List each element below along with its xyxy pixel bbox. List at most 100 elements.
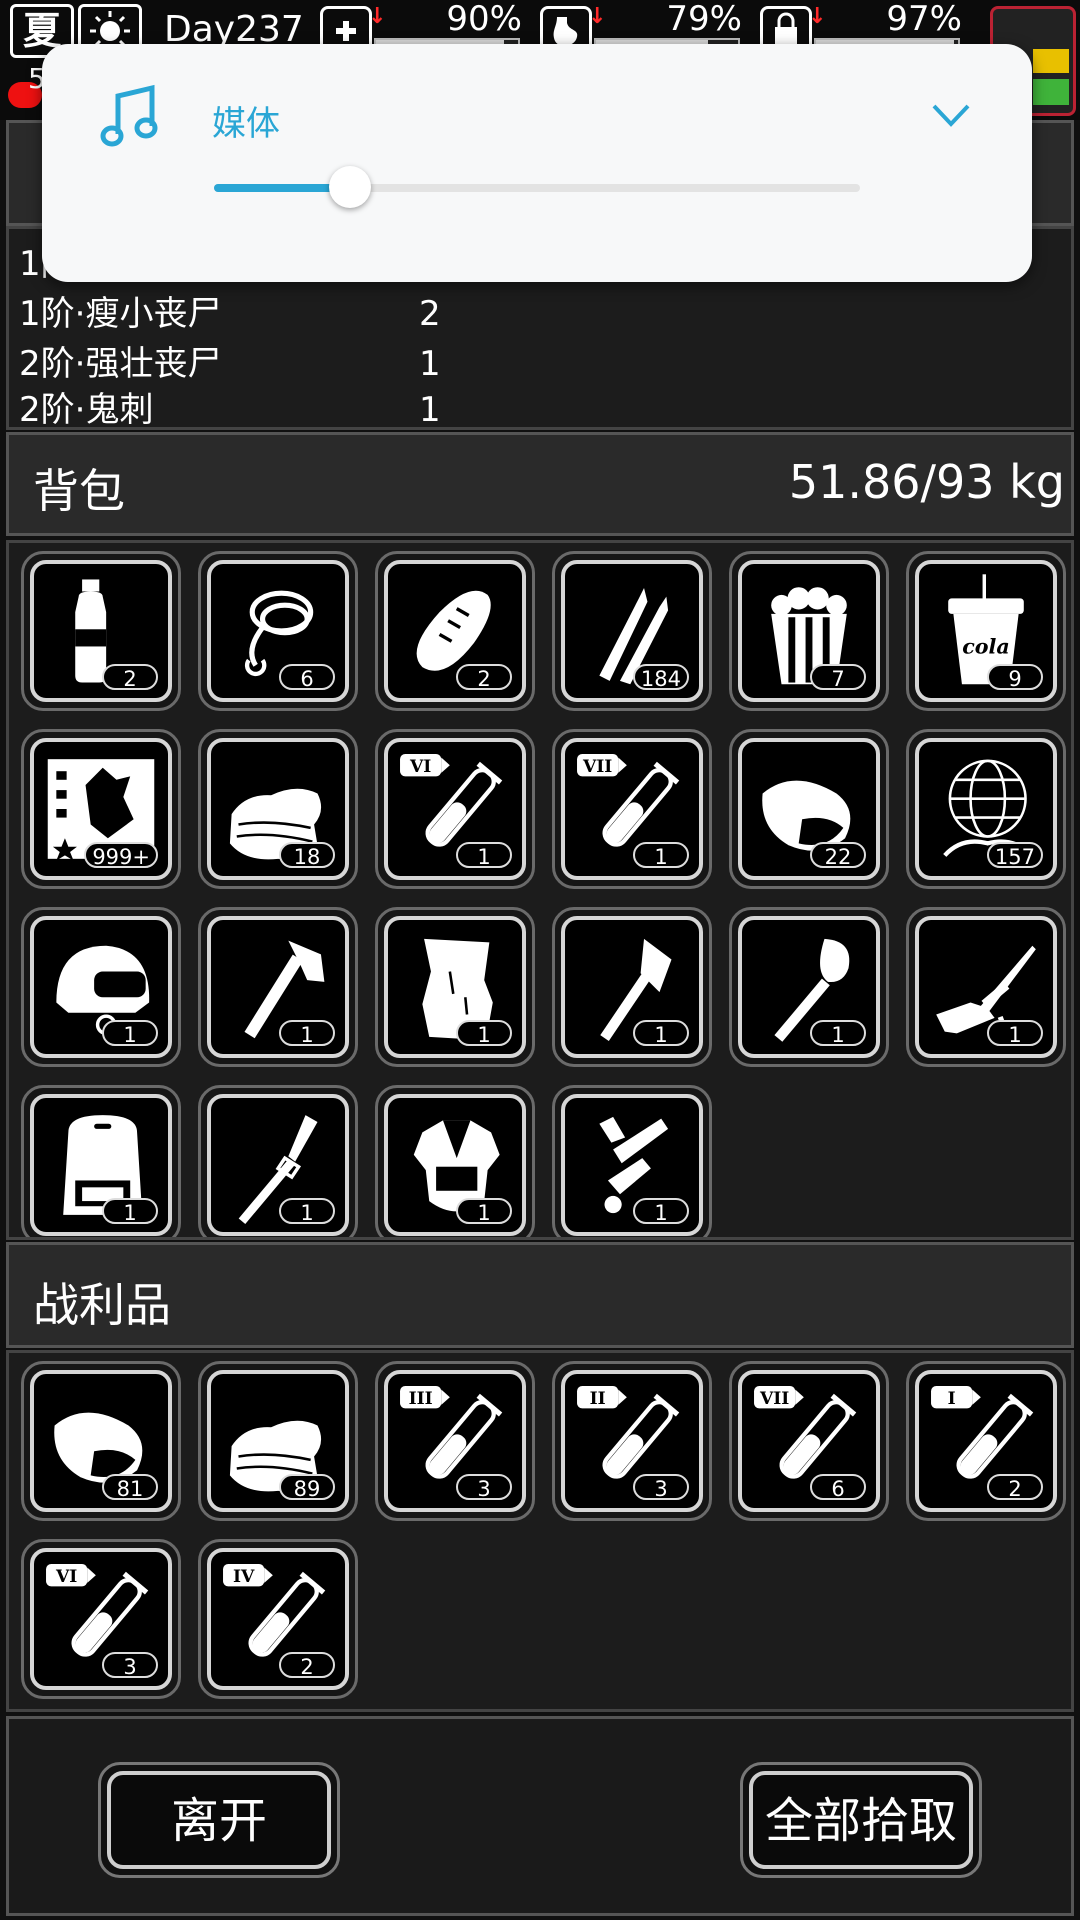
item-slot[interactable]: VII 1 xyxy=(552,729,712,889)
item-frame: 6 xyxy=(207,560,349,702)
item-slot[interactable]: III 3 xyxy=(375,1361,535,1521)
leave-button[interactable]: 离开 xyxy=(98,1762,340,1878)
item-slot[interactable]: 81 xyxy=(21,1361,181,1521)
item-slot[interactable]: VI 3 xyxy=(21,1539,181,1699)
item-slot[interactable]: 22 xyxy=(729,729,889,889)
item-slot[interactable]: 1 xyxy=(552,1085,712,1237)
item-frame: I 2 xyxy=(915,1370,1057,1512)
item-slot[interactable]: 1 xyxy=(729,907,889,1067)
item-frame: 1 xyxy=(561,916,703,1058)
item-slot[interactable]: 7 xyxy=(729,551,889,711)
item-slot[interactable]: 1 xyxy=(21,1085,181,1237)
media-volume-slider[interactable] xyxy=(214,166,860,208)
item-slot[interactable]: 1 xyxy=(375,907,535,1067)
item-count: 2 xyxy=(456,664,512,691)
backpack-grid[interactable]: 2 6 2 184 7 cola 9 999+ 18 VI 1 VII 1 22 … xyxy=(6,540,1074,1240)
loot-grid[interactable]: 81 89 III 3 II 3 VII 6 I 2 VI 3 IV 2 xyxy=(6,1350,1074,1712)
svg-text:IV: IV xyxy=(233,1567,255,1587)
item-slot[interactable]: VI 1 xyxy=(375,729,535,889)
svg-text:VI: VI xyxy=(409,757,431,777)
music-note-icon xyxy=(100,84,162,154)
backpack-weight: 51.86/93 kg xyxy=(788,455,1065,509)
item-frame: 184 xyxy=(561,560,703,702)
item-count: 7 xyxy=(810,664,866,691)
item-slot[interactable]: 1 xyxy=(198,1085,358,1237)
kill-row: 2阶·鬼刺 1 xyxy=(19,390,441,430)
media-label: 媒体 xyxy=(212,104,280,144)
pickup-all-button-label: 全部拾取 xyxy=(749,1771,973,1869)
item-slot[interactable]: 6 xyxy=(198,551,358,711)
decrease-arrow-icon: ↓ xyxy=(368,4,387,29)
item-slot[interactable]: cola 9 xyxy=(906,551,1066,711)
item-slot[interactable]: 1 xyxy=(198,907,358,1067)
item-slot[interactable]: II 3 xyxy=(552,1361,712,1521)
health-percent: 90% xyxy=(446,0,522,39)
item-count: 1 xyxy=(102,1198,158,1225)
item-frame: 1 xyxy=(384,916,526,1058)
svg-text:VI: VI xyxy=(55,1567,77,1587)
item-frame: IV 2 xyxy=(207,1548,349,1690)
item-count: 2 xyxy=(987,1474,1043,1501)
item-slot[interactable]: 1 xyxy=(21,907,181,1067)
item-frame: 7 xyxy=(738,560,880,702)
item-frame: 18 xyxy=(207,738,349,880)
item-count: 1 xyxy=(102,1020,158,1047)
item-frame: III 3 xyxy=(384,1370,526,1512)
decrease-arrow-icon: ↓ xyxy=(588,4,607,29)
item-frame: VII 6 xyxy=(738,1370,880,1512)
item-count: 1 xyxy=(456,842,512,869)
kill-row: 2阶·强壮丧尸 1 xyxy=(19,344,441,384)
item-frame: 1 xyxy=(207,1094,349,1236)
backpack-header: 背包 51.86/93 kg xyxy=(6,432,1074,536)
item-slot[interactable]: I 2 xyxy=(906,1361,1066,1521)
pickup-all-button[interactable]: 全部拾取 xyxy=(740,1762,982,1878)
item-slot[interactable]: 89 xyxy=(198,1361,358,1521)
media-volume-popup: 媒体 xyxy=(42,44,1032,282)
svg-text:I: I xyxy=(948,1389,956,1409)
item-slot[interactable]: IV 2 xyxy=(198,1539,358,1699)
item-frame: 1 xyxy=(384,1094,526,1236)
item-count: 1 xyxy=(987,1020,1043,1047)
leave-button-label: 离开 xyxy=(107,1771,331,1869)
volume-thumb[interactable] xyxy=(328,166,371,208)
item-count: 1 xyxy=(456,1198,512,1225)
item-slot[interactable]: 2 xyxy=(21,551,181,711)
item-frame: 1 xyxy=(561,1094,703,1236)
item-frame: 1 xyxy=(738,916,880,1058)
item-count: 1 xyxy=(633,1020,689,1047)
item-frame: VI 3 xyxy=(30,1548,172,1690)
item-count: 18 xyxy=(279,842,335,869)
item-frame: 89 xyxy=(207,1370,349,1512)
item-count: 1 xyxy=(279,1198,335,1225)
item-slot[interactable]: 2 xyxy=(375,551,535,711)
item-frame: cola 9 xyxy=(915,560,1057,702)
item-count: 6 xyxy=(810,1474,866,1501)
item-slot[interactable]: 1 xyxy=(906,907,1066,1067)
item-frame: VI 1 xyxy=(384,738,526,880)
hunger-percent: 79% xyxy=(666,0,742,39)
item-slot[interactable]: 184 xyxy=(552,551,712,711)
item-frame: II 3 xyxy=(561,1370,703,1512)
svg-text:VII: VII xyxy=(582,757,612,777)
item-count: 9 xyxy=(987,664,1043,691)
item-frame: 1 xyxy=(207,916,349,1058)
item-slot[interactable]: 1 xyxy=(552,907,712,1067)
chevron-down-icon[interactable] xyxy=(930,100,972,130)
item-frame: VII 1 xyxy=(561,738,703,880)
item-frame: 2 xyxy=(384,560,526,702)
item-slot[interactable]: 157 xyxy=(906,729,1066,889)
decrease-arrow-icon: ↓ xyxy=(808,4,827,29)
loot-title: 战利品 xyxy=(33,1278,171,1332)
item-count: 999+ xyxy=(84,842,158,869)
svg-text:II: II xyxy=(590,1389,606,1409)
item-slot[interactable]: 1 xyxy=(375,1085,535,1237)
item-count: 22 xyxy=(810,842,866,869)
item-slot[interactable]: 18 xyxy=(198,729,358,889)
item-count: 1 xyxy=(633,842,689,869)
item-count: 157 xyxy=(986,842,1043,869)
item-slot[interactable]: 999+ xyxy=(21,729,181,889)
backpack-title: 背包 xyxy=(33,464,125,518)
item-frame: 1 xyxy=(30,1094,172,1236)
item-count: 1 xyxy=(279,1020,335,1047)
item-slot[interactable]: VII 6 xyxy=(729,1361,889,1521)
